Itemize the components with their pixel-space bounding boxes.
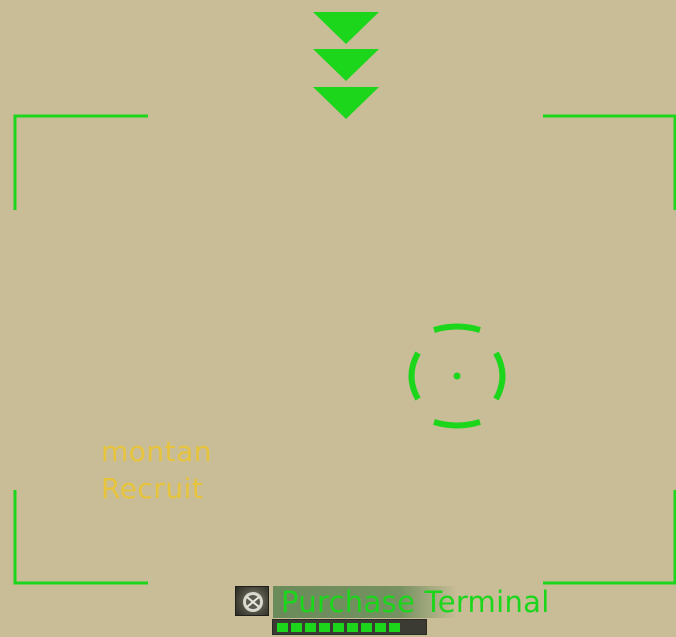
health-segment bbox=[389, 622, 400, 632]
target-health-bar bbox=[272, 619, 427, 635]
reticle-arc-right bbox=[493, 351, 506, 401]
player-name-tag: montan bbox=[101, 435, 213, 468]
reticle-arc-top bbox=[433, 323, 481, 333]
game-viewport[interactable]: montan Recruit Purchase Terminal bbox=[0, 0, 676, 637]
frame-corner-top-right bbox=[543, 114, 676, 210]
chevron-1 bbox=[313, 12, 379, 44]
health-segment bbox=[291, 622, 302, 632]
health-segment bbox=[319, 622, 330, 632]
health-segment bbox=[305, 622, 316, 632]
crosshair-icon bbox=[408, 323, 506, 429]
health-segment bbox=[347, 622, 358, 632]
frame-corner-bottom-right bbox=[543, 490, 676, 585]
hud-overlay bbox=[13, 12, 676, 585]
target-info: Purchase Terminal bbox=[235, 586, 595, 636]
player-rank-tag: Recruit bbox=[101, 472, 204, 505]
frame-corner-top-left bbox=[13, 114, 148, 210]
health-segment bbox=[375, 622, 386, 632]
reticle-arc-bottom bbox=[433, 419, 481, 429]
health-segment bbox=[277, 622, 288, 632]
reticle-center-dot bbox=[453, 372, 461, 380]
chevron-3 bbox=[313, 87, 379, 119]
reticle-arc-left bbox=[408, 351, 421, 401]
health-segment bbox=[361, 622, 372, 632]
view-frame bbox=[13, 114, 676, 585]
terminal-portrait-icon bbox=[235, 586, 269, 616]
chevron-2 bbox=[313, 49, 379, 81]
triple-chevron-down-icon bbox=[313, 12, 379, 119]
health-segment bbox=[333, 622, 344, 632]
target-name: Purchase Terminal bbox=[281, 585, 550, 619]
